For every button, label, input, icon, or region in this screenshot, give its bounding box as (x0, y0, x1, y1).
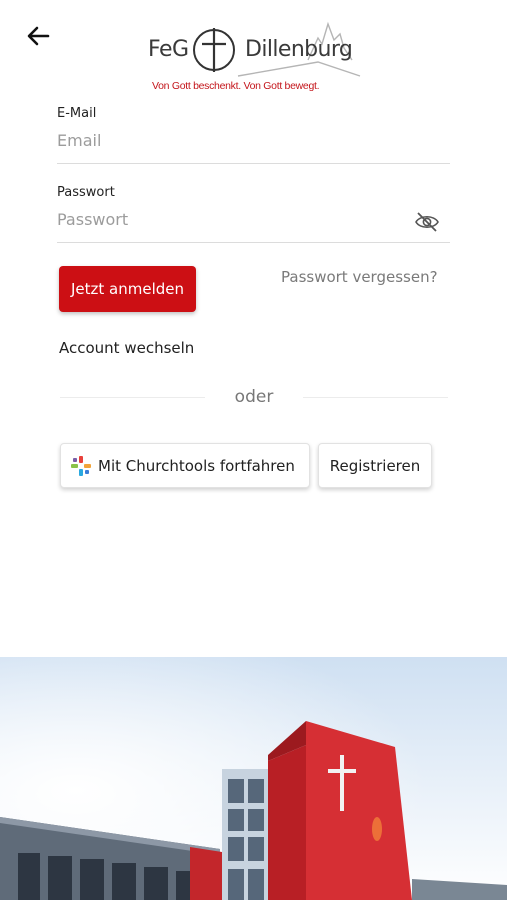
login-button[interactable]: Jetzt anmelden (59, 266, 196, 312)
logo-text-dillenburg: Dillenburg (245, 37, 353, 62)
email-label: E-Mail (57, 106, 97, 121)
church-building-photo (0, 657, 507, 900)
forgot-password-link[interactable]: Passwort vergessen? (281, 268, 438, 286)
divider-line-right (303, 397, 448, 398)
divider-text: oder (234, 387, 274, 407)
back-button[interactable] (22, 22, 54, 50)
churchtools-login-button[interactable]: Mit Churchtools fortfahren (60, 443, 310, 488)
eye-off-icon (415, 212, 439, 232)
password-field-group: Passwort (57, 185, 450, 243)
email-input[interactable] (57, 124, 450, 164)
password-label: Passwort (57, 185, 115, 200)
email-field-group: E-Mail (57, 106, 450, 164)
switch-account-link[interactable]: Account wechseln (59, 339, 194, 357)
church-logo: FeG Dillenburg Von Gott beschenkt. Von G… (140, 18, 370, 98)
churchtools-button-label: Mit Churchtools fortfahren (98, 456, 295, 475)
logo-text-feg: FeG (148, 37, 189, 62)
password-input[interactable] (57, 203, 450, 243)
divider-line-left (60, 397, 205, 398)
register-button[interactable]: Registrieren (318, 443, 432, 488)
arrow-left-icon (27, 26, 50, 46)
logo-tagline: Von Gott beschenkt. Von Gott bewegt. (152, 80, 320, 92)
churchtools-logo-icon (71, 455, 91, 476)
password-visibility-toggle[interactable] (414, 211, 440, 233)
